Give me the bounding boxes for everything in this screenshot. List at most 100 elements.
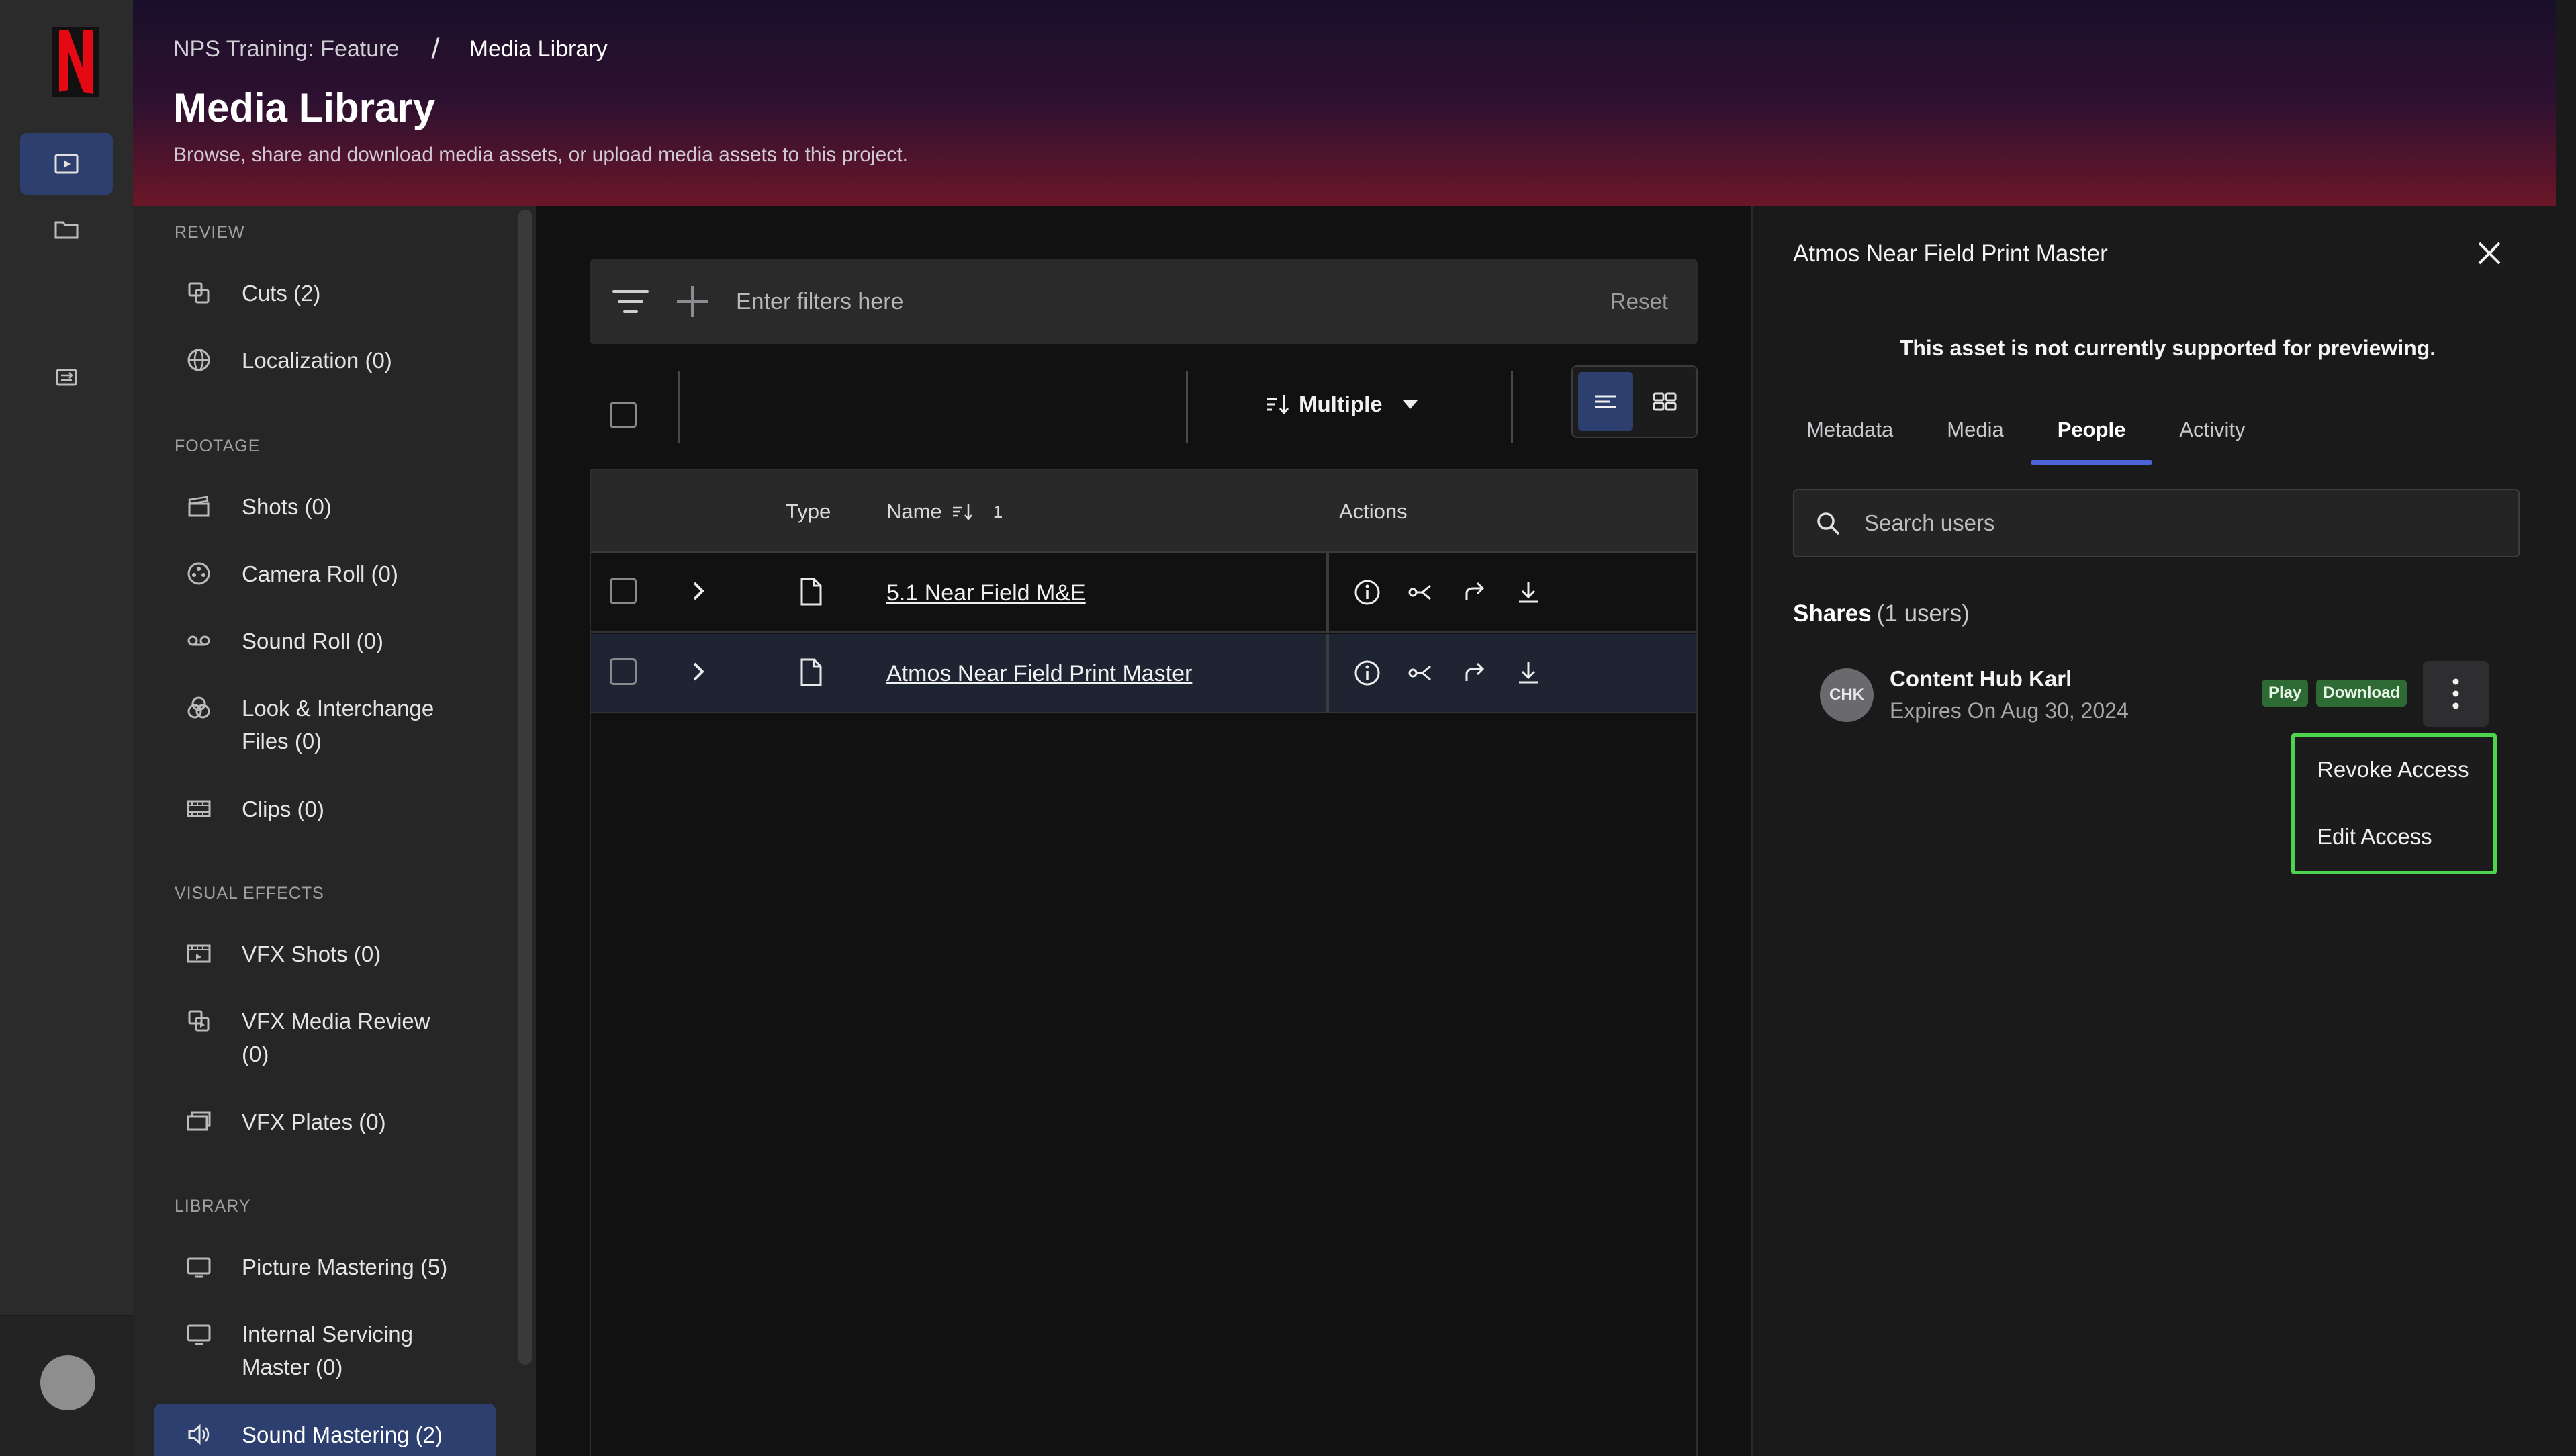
breadcrumb-separator: / <box>431 32 440 65</box>
rail-footer <box>0 1315 133 1456</box>
grid-view-icon <box>1653 392 1677 411</box>
tab-activity[interactable]: Activity <box>2152 415 2272 465</box>
vfx-review-icon <box>184 1006 214 1036</box>
sidebar-item-internal-servicing-master[interactable]: Internal Servicing Master (0) <box>154 1318 496 1383</box>
app-rail <box>0 0 133 1456</box>
preview-unsupported-message: This asset is not currently supported fo… <box>1899 336 2436 360</box>
sidebar-item-clips[interactable]: Clips (0) <box>154 792 496 825</box>
column-header-type[interactable]: Type <box>786 500 831 524</box>
breadcrumb: NPS Training: Feature / Media Library <box>173 32 608 66</box>
forward-icon[interactable] <box>1460 578 1489 607</box>
search-users-input[interactable] <box>1864 510 2469 536</box>
sidebar-nav: REVIEW Cuts (2) Localization (0) FOOTAGE… <box>133 206 536 1456</box>
asset-detail-panel: Atmos Near Field Print Master This asset… <box>1751 206 2556 1456</box>
sidebar-item-label: VFX Media Review (0) <box>242 1009 430 1066</box>
monitor-icon <box>184 1252 214 1281</box>
sidebar-item-sound-mastering[interactable]: Sound Mastering (2) <box>154 1404 496 1456</box>
caret-down-icon <box>1402 400 1418 409</box>
breadcrumb-project-link[interactable]: NPS Training: Feature <box>173 36 399 62</box>
sidebar-item-label: Clips (0) <box>242 797 324 821</box>
sort-label: Multiple <box>1299 392 1383 416</box>
table-header: Type Name 1 Actions <box>591 470 1696 553</box>
sidebar-scrollbar[interactable] <box>518 210 532 1365</box>
rail-files-button[interactable] <box>20 199 113 261</box>
user-expiry: Expires On Aug 30, 2024 <box>1890 698 2129 723</box>
sidebar-item-vfx-plates[interactable]: VFX Plates (0) <box>154 1105 496 1138</box>
sidebar-item-localization[interactable]: Localization (0) <box>154 344 496 377</box>
table-row-selected[interactable]: Atmos Near Field Print Master <box>591 634 1696 713</box>
forward-icon[interactable] <box>1460 658 1489 688</box>
asset-name-link[interactable]: Atmos Near Field Print Master <box>886 661 1192 687</box>
toolbar-divider <box>678 371 680 443</box>
share-icon[interactable] <box>1406 578 1436 607</box>
sidebar-item-label: Camera Roll (0) <box>242 561 398 586</box>
sidebar-item-camera-roll[interactable]: Camera Roll (0) <box>154 557 496 590</box>
grid-view-button[interactable] <box>1637 372 1692 431</box>
film-reel-icon <box>184 559 214 588</box>
window-scrollbar-track <box>2556 0 2576 1456</box>
select-all-checkbox[interactable] <box>610 402 637 428</box>
sidebar-item-cuts[interactable]: Cuts (2) <box>154 277 496 310</box>
filter-icon[interactable] <box>610 281 651 322</box>
sidebar-item-label: Sound Mastering (2) <box>242 1422 443 1447</box>
sidebar-item-label: Localization (0) <box>242 348 392 373</box>
user-initials-avatar: CHK <box>1820 668 1874 722</box>
sort-dropdown[interactable]: Multiple <box>1264 391 1420 418</box>
rail-transfers-button[interactable] <box>20 345 113 407</box>
column-divider <box>1326 634 1329 713</box>
add-filter-icon[interactable] <box>673 282 712 321</box>
sidebar-item-vfx-shots[interactable]: VFX Shots (0) <box>154 938 496 970</box>
close-icon[interactable] <box>2474 238 2505 269</box>
table-row[interactable]: 5.1 Near Field M&E <box>591 553 1696 633</box>
nav-section-library: LIBRARY <box>175 1197 251 1216</box>
file-icon <box>800 578 822 606</box>
sidebar-item-vfx-media-review[interactable]: VFX Media Review (0) <box>154 1005 496 1071</box>
globe-icon <box>184 345 214 375</box>
share-icon[interactable] <box>1406 658 1436 688</box>
sort-icon <box>1267 395 1289 415</box>
sidebar-item-label: Sound Roll (0) <box>242 629 383 653</box>
sidebar-item-look-interchange[interactable]: Look & Interchange Files (0) <box>154 692 496 758</box>
main-content: Reset Multiple Type Name 1 <box>536 206 1751 1456</box>
clapper-icon <box>184 492 214 521</box>
asset-name-link[interactable]: 5.1 Near Field M&E <box>886 580 1086 606</box>
tab-media[interactable]: Media <box>1920 415 2030 465</box>
assets-table: Type Name 1 Actions 5.1 Near Field M&E A… <box>590 469 1698 1456</box>
table-toolbar: Multiple <box>590 365 1698 466</box>
list-view-icon <box>1595 395 1616 408</box>
sidebar-item-picture-mastering[interactable]: Picture Mastering (5) <box>154 1250 496 1283</box>
revoke-access-menu-item[interactable]: Revoke Access <box>2317 757 2469 782</box>
row-checkbox[interactable] <box>610 578 637 604</box>
sidebar-item-label: Internal Servicing Master (0) <box>242 1322 413 1379</box>
chevron-right-icon[interactable] <box>685 658 712 685</box>
user-options-button[interactable] <box>2423 661 2489 727</box>
speaker-icon <box>184 1420 214 1449</box>
chevron-right-icon[interactable] <box>685 578 712 604</box>
netflix-logo-icon[interactable] <box>52 27 99 97</box>
row-actions <box>1352 578 1543 607</box>
info-icon[interactable] <box>1352 658 1382 688</box>
filmstrip-icon <box>184 794 214 823</box>
play-square-icon <box>54 154 79 174</box>
tab-metadata[interactable]: Metadata <box>1780 415 1920 465</box>
download-icon[interactable] <box>1514 658 1543 688</box>
edit-access-menu-item[interactable]: Edit Access <box>2317 824 2432 850</box>
reset-filters-button[interactable]: Reset <box>1610 289 1668 314</box>
user-avatar[interactable] <box>40 1355 95 1410</box>
sidebar-item-shots[interactable]: Shots (0) <box>154 490 496 523</box>
sidebar-item-label: VFX Plates (0) <box>242 1109 386 1134</box>
shares-heading: Shares (1 users) <box>1793 600 1970 627</box>
nav-section-visual-effects: VISUAL EFFECTS <box>175 884 324 903</box>
column-header-name[interactable]: Name 1 <box>886 500 1003 524</box>
list-view-button[interactable] <box>1578 372 1633 431</box>
sidebar-item-label: VFX Shots (0) <box>242 942 381 966</box>
color-circles-icon <box>184 693 214 723</box>
rail-media-library-button[interactable] <box>20 133 113 195</box>
sidebar-item-sound-roll[interactable]: Sound Roll (0) <box>154 625 496 657</box>
row-checkbox[interactable] <box>610 658 637 685</box>
tab-people[interactable]: People <box>2030 415 2153 465</box>
page-title: Media Library <box>173 85 436 130</box>
filter-input[interactable] <box>736 288 1555 315</box>
download-icon[interactable] <box>1514 578 1543 607</box>
info-icon[interactable] <box>1352 578 1382 607</box>
